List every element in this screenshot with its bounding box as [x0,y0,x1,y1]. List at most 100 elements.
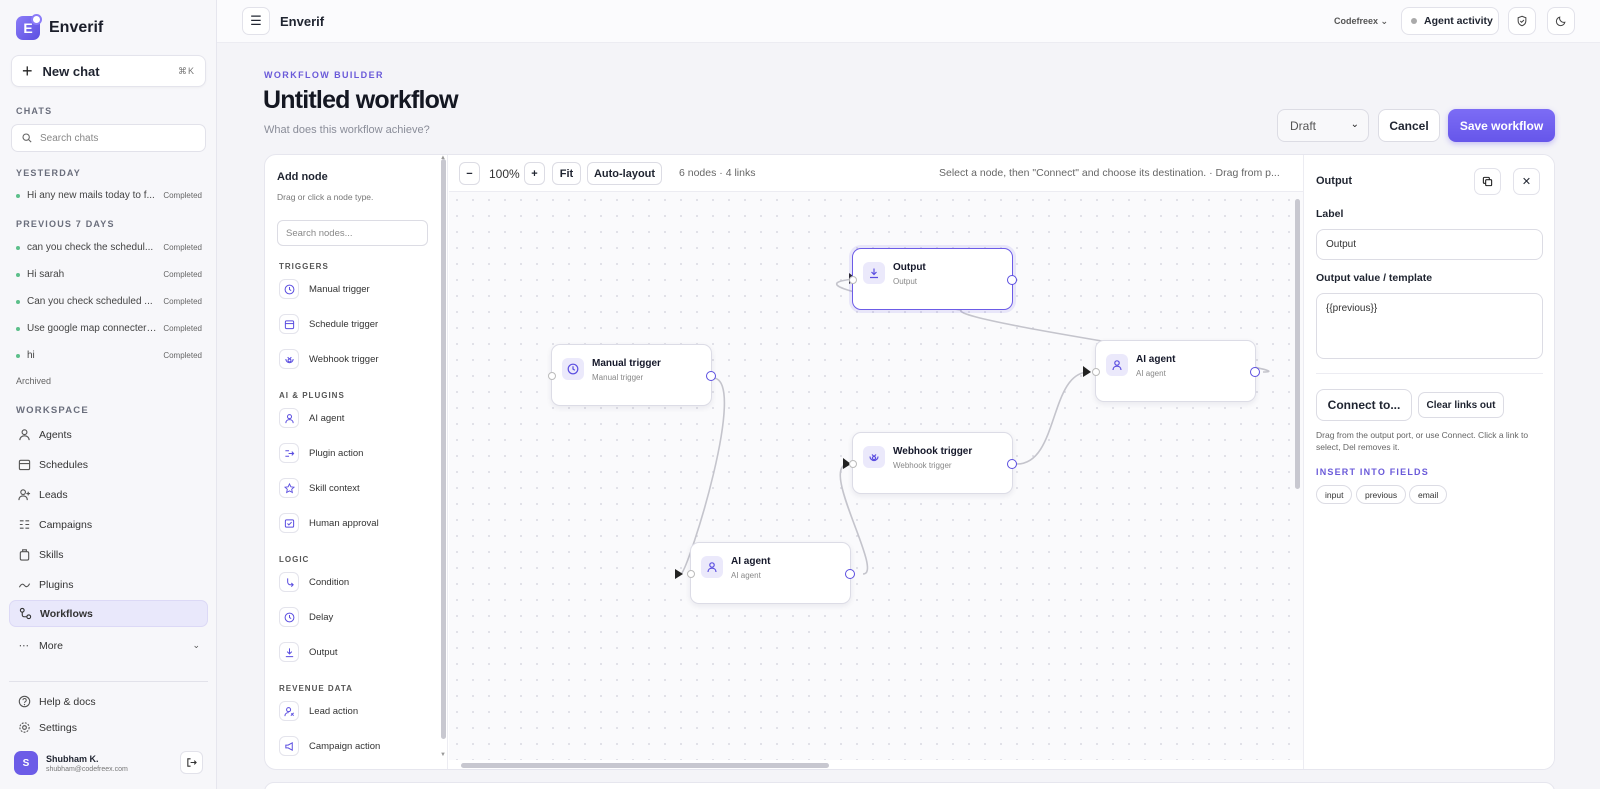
label-field-label: Label [1316,208,1344,220]
agent-activity-button[interactable]: Agent activity [1401,7,1499,35]
node-ai-agent[interactable]: AI agent AI agent [687,542,855,604]
user-name: Shubham K. [46,753,99,764]
node-webhook-trigger[interactable]: Webhook trigger Webhook trigger [849,432,1017,494]
output-port[interactable] [1250,367,1260,377]
workflow-canvas[interactable]: Output Output Manual trigger Manual trig… [449,192,1303,760]
node-manual-trigger[interactable]: Manual trigger Manual trigger [548,344,716,406]
output-port[interactable] [845,569,855,579]
shield-icon [1517,15,1527,27]
sidebar-item-settings[interactable]: Settings [9,714,208,741]
node-output[interactable]: Output Output [849,248,1017,310]
palette-item-ai-agent[interactable]: AI agent [279,405,429,431]
canvas-vertical-scrollbar[interactable] [1295,199,1300,489]
sidebar-item-help[interactable]: Help & docs [9,688,208,715]
palette-item-manual-trigger[interactable]: Manual trigger [279,276,429,302]
sidebar-item-campaigns[interactable]: Campaigns [9,511,208,538]
status-select[interactable]: Draft ⌄ [1277,109,1369,142]
chat-list-item[interactable]: Use google map connecter ... Completed [16,323,202,334]
output-template-textarea[interactable]: {{previous}} [1316,293,1543,359]
sidebar-item-label: Plugins [39,578,74,591]
menu-toggle-button[interactable]: ☰ [242,7,270,35]
input-port[interactable] [849,460,857,468]
palette-item-condition[interactable]: Condition [279,569,429,595]
output-port[interactable] [1007,275,1017,285]
input-port[interactable] [687,570,695,578]
palette-scrollbar[interactable] [441,159,446,739]
topbar-title: Enverif [280,14,325,29]
node-title: AI agent [1136,354,1176,365]
sidebar-item-workflows[interactable]: Workflows [9,600,208,627]
theme-toggle-button[interactable] [1547,7,1575,35]
page-title[interactable]: Untitled workflow [263,86,459,115]
description-input[interactable]: What does this workflow achieve? [264,124,430,136]
palette-section-revenue: REVENUE DATA [279,684,353,693]
chat-list-item[interactable]: Can you check scheduled ... Completed [16,296,202,307]
output-port[interactable] [706,371,716,381]
clear-links-button[interactable]: Clear links out [1418,392,1504,418]
label-input[interactable]: Output [1316,229,1543,260]
palette-item-campaign-action[interactable]: Campaign action [279,733,429,759]
palette-item-schedule-trigger[interactable]: Schedule trigger [279,311,429,337]
palette-item-delay[interactable]: Delay [279,604,429,630]
auto-layout-button[interactable]: Auto-layout [587,162,662,185]
chat-list-item[interactable]: Hi sarah Completed [16,269,202,280]
user-icon [701,556,723,578]
palette-section-triggers: TRIGGERS [279,262,329,271]
palette-item-plugin-action[interactable]: Plugin action [279,440,429,466]
edge-webhook-to-agent [1016,371,1090,465]
download-icon [863,262,885,284]
sidebar-item-leads[interactable]: Leads [9,481,208,508]
page-eyebrow: WORKFLOW BUILDER [264,70,384,80]
search-chats-input[interactable]: Search chats [11,124,206,152]
node-search-input[interactable]: Search nodes... [277,220,428,246]
close-inspector-button[interactable]: ✕ [1513,168,1540,195]
node-title: Output [893,262,926,273]
brand[interactable]: E Enverif [16,14,103,40]
chat-title: can you check the schedul... [27,242,154,253]
zoom-in-button[interactable]: + [524,162,545,185]
input-port[interactable] [548,372,556,380]
palette-item-webhook-trigger[interactable]: Webhook trigger [279,346,429,372]
node-ai-agent-2[interactable]: AI agent AI agent [1092,340,1260,402]
palette-item-skill-context[interactable]: Skill context [279,475,429,501]
workspace-selector[interactable]: Codefreex ⌄ [1334,16,1388,27]
input-port[interactable] [849,276,857,284]
chat-list-item[interactable]: Hi any new mails today to f... Completed [16,190,202,201]
security-button[interactable] [1508,7,1536,35]
user-profile[interactable]: S Shubham K. shubham@codefreex.com [14,751,128,775]
sidebar-item-schedules[interactable]: Schedules [9,451,208,478]
cancel-button[interactable]: Cancel [1378,109,1440,142]
output-port[interactable] [1007,459,1017,469]
scroll-down-arrow[interactable]: ▼ [440,752,446,758]
canvas-horizontal-scrollbar[interactable] [461,763,829,768]
sidebar-item-more[interactable]: ⋯ More ⌄ [9,632,208,659]
palette-item-label: Skill context [309,482,360,494]
sidebar-item-agents[interactable]: Agents [9,421,208,448]
palette-item-output[interactable]: Output [279,639,429,665]
user-edit-icon [279,701,299,721]
palette-item-lead-action[interactable]: Lead action [279,698,429,724]
input-port[interactable] [1092,368,1100,376]
zoom-out-button[interactable]: − [459,162,480,185]
field-chip-previous[interactable]: previous [1356,485,1407,504]
connect-to-button[interactable]: Connect to... [1316,389,1412,421]
workflow-icon [18,607,32,621]
field-chip-input[interactable]: input [1316,485,1353,504]
duplicate-button[interactable] [1474,168,1501,195]
fit-button[interactable]: Fit [552,162,581,185]
search-chats-placeholder: Search chats [40,132,99,144]
chat-list-item[interactable]: can you check the schedul... Completed [16,242,202,253]
new-chat-button[interactable]: + New chat ⌘K [11,55,206,87]
sidebar-item-skills[interactable]: Skills [9,541,208,568]
canvas-hint: Select a node, then "Connect" and choose… [939,167,1280,179]
logout-button[interactable] [180,751,203,774]
clock-icon [279,279,299,299]
save-workflow-button[interactable]: Save workflow [1448,109,1555,142]
hamburger-icon: ☰ [250,13,262,28]
palette-item-human-approval[interactable]: Human approval [279,510,429,536]
webhook-icon [279,349,299,369]
sidebar-item-plugins[interactable]: Plugins [9,571,208,598]
archived-link[interactable]: Archived [16,376,51,386]
field-chip-email[interactable]: email [1409,485,1448,504]
chat-list-item[interactable]: hi Completed [16,350,202,361]
